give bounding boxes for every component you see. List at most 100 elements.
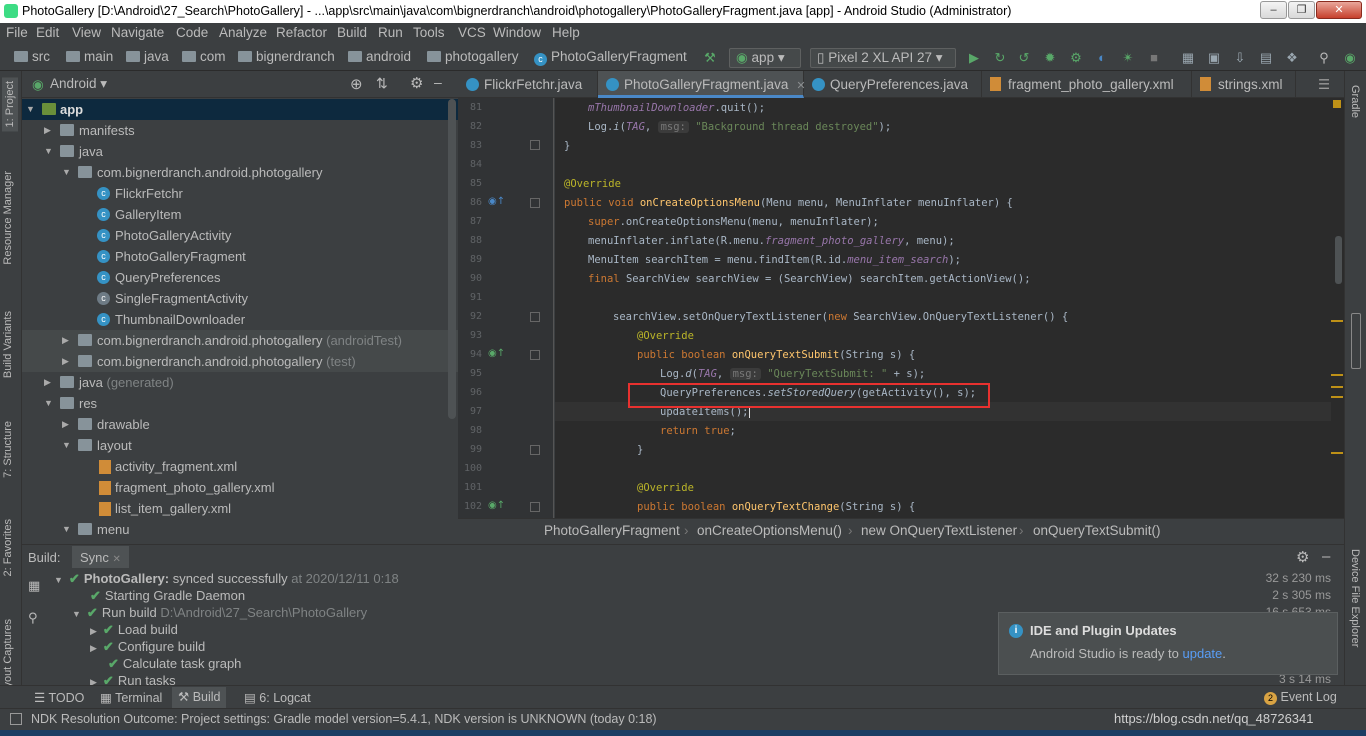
plugin-icon[interactable]: ❖ [1284,50,1300,66]
build-row-synced[interactable]: ▼ ✔ PhotoGallery: synced successfully at 2… [54,570,399,587]
favorites-tab[interactable]: 2: Favorites [2,519,14,576]
debug-icon[interactable]: ✹ [1042,50,1058,66]
code-editor[interactable]: mThumbnailDownloader.quit(); Log.i(TAG, … [555,98,1331,518]
tab-event-log[interactable]: 2 Event Log [1264,690,1337,705]
menu-run[interactable]: Run [378,25,403,40]
project-scrollbar[interactable] [448,99,456,419]
menu-refactor[interactable]: Refactor [276,25,327,40]
gear-icon[interactable]: ⚙ [410,74,423,92]
tree-item-fragment-photo-gallery-xml[interactable]: fragment_photo_gallery.xml [22,477,458,498]
minimize-button[interactable]: – [1260,1,1287,19]
fold-marker-icon[interactable] [530,312,540,322]
structure-tab[interactable]: 7: Structure [2,421,14,478]
crumb-bignerdranch[interactable]: bignerdranch [238,49,335,64]
menu-navigate[interactable]: Navigate [111,25,164,40]
tree-item-thumbnaildownloader[interactable]: c ThumbnailDownloader [22,309,458,330]
build-row-configure-build[interactable]: ▶ ✔ Configure build [90,638,205,655]
implements-gutter-icon[interactable]: ◉↑ [488,500,505,511]
avd-manager-icon[interactable]: ▣ [1206,50,1222,66]
crumb-android[interactable]: android [348,49,411,64]
tree-item-layout[interactable]: ▼ layout [22,435,458,456]
tab-overflow-icon[interactable]: ☰ [1318,77,1330,93]
menu-vcs[interactable]: VCS [458,25,486,40]
device-frame-icon[interactable] [1351,313,1361,369]
run-config-select[interactable]: ◉ app ▾ [729,48,801,68]
tree-item-singlefragmentactivity[interactable]: c SingleFragmentActivity [22,288,458,309]
menu-analyze[interactable]: Analyze [219,25,267,40]
locate-icon[interactable]: ⊕ [350,75,363,93]
tab-flickrfetchr[interactable]: FlickrFetchr.java [458,71,598,98]
apply-changes-icon[interactable]: ↻ [992,50,1008,66]
menu-help[interactable]: Help [552,25,580,40]
device-file-explorer-tab[interactable]: Device File Explorer [1349,549,1361,647]
close-window-button[interactable]: ✕ [1316,1,1362,19]
tab-querypreferences[interactable]: QueryPreferences.java [804,71,982,98]
device-select[interactable]: ▯ Pixel 2 XL API 27 ▾ [810,48,956,68]
hide-panel-icon[interactable]: – [434,74,442,90]
gear-icon[interactable]: ⚙ [1296,548,1309,566]
editor-error-stripe[interactable] [1331,98,1344,518]
editor-scrollbar-thumb[interactable] [1335,236,1342,284]
hammer-icon[interactable]: ⚒ [702,50,718,66]
menu-code[interactable]: Code [176,25,208,40]
update-link[interactable]: update [1183,646,1223,661]
menu-build[interactable]: Build [337,25,367,40]
tree-item-photogalleryactivity[interactable]: c PhotoGalleryActivity [22,225,458,246]
sync-gradle-icon[interactable]: ▦ [1180,50,1196,66]
warning-indicator-icon[interactable] [1333,100,1341,108]
tree-item-package[interactable]: ▼ com.bignerdranch.android.photogallery [22,162,458,183]
fold-marker-icon[interactable] [530,140,540,150]
override-gutter-icon[interactable]: ◉↑ [488,196,505,207]
crumb-photogalleryfragment[interactable]: c PhotoGalleryFragment [534,49,687,66]
crumb-java[interactable]: java [126,49,169,64]
tree-item-java[interactable]: ▼ java [22,141,458,162]
tab-build[interactable]: ⚒ Build [172,687,227,708]
build-row-task-graph[interactable]: ✔ Calculate task graph [108,655,241,672]
crumb-src[interactable]: src [14,49,50,64]
crumb-photogallery[interactable]: photogallery [427,49,519,64]
build-row-load-build[interactable]: ▶ ✔ Load build [90,621,178,638]
stop-icon[interactable]: ■ [1146,50,1162,66]
tab-fragment-photo-gallery-xml[interactable]: fragment_photo_gallery.xml [982,71,1192,98]
restore-button[interactable]: ❐ [1288,1,1315,19]
menu-edit[interactable]: Edit [36,25,59,40]
rerun-icon[interactable]: ▦ [28,579,40,594]
menu-window[interactable]: Window [493,25,541,40]
tab-logcat[interactable]: ▤ 6: Logcat [244,690,311,705]
tree-item-list-item-gallery-xml[interactable]: list_item_gallery.xml [22,498,458,519]
tree-item-package-test[interactable]: ▶ com.bignerdranch.android.photogallery (… [22,351,458,372]
menu-view[interactable]: View [72,25,101,40]
fold-marker-icon[interactable] [530,350,540,360]
collapse-all-icon[interactable]: ⇅ [376,75,388,92]
project-tool-tab[interactable]: 1: Project [2,77,18,132]
tree-item-galleryitem[interactable]: c GalleryItem [22,204,458,225]
tree-item-menu[interactable]: ▼ menu [22,519,458,540]
fold-marker-icon[interactable] [530,502,540,512]
project-view-select[interactable]: Android ▾ [50,76,107,92]
apply-code-changes-icon[interactable]: ↺ [1016,50,1032,66]
tree-item-querypreferences[interactable]: c QueryPreferences [22,267,458,288]
attach-process-icon[interactable]: ✴ [1120,50,1136,66]
tree-item-photogalleryfragment[interactable]: c PhotoGalleryFragment [22,246,458,267]
tree-item-app[interactable]: ▼ app [22,99,458,120]
fold-marker-icon[interactable] [530,445,540,455]
run-icon[interactable]: ▶ [966,50,982,66]
tab-terminal[interactable]: ▦ Terminal [100,690,162,705]
crumb-main[interactable]: main [66,49,113,64]
toggle-tool-windows-icon[interactable] [10,713,22,725]
tab-photogalleryfragment[interactable]: PhotoGalleryFragment.java ✕ [598,71,806,98]
tree-item-java-generated[interactable]: ▶ java (generated) [22,372,458,393]
search-icon[interactable]: ⚲ [1316,50,1332,66]
tree-item-package-androidtest[interactable]: ▶ com.bignerdranch.android.photogallery (… [22,330,458,351]
build-variants-tab[interactable]: Build Variants [2,311,14,378]
gradle-tab[interactable]: Gradle [1349,85,1361,118]
pin-icon[interactable]: ⚲ [28,611,38,626]
tab-strings-xml[interactable]: strings.xml [1192,71,1296,98]
attach-debugger-icon[interactable]: ⚙ [1068,50,1084,66]
implements-gutter-icon[interactable]: ◉↑ [488,348,505,359]
tab-sync[interactable]: Sync ✕ [72,546,129,568]
layout-inspector-icon[interactable]: ▤ [1258,50,1274,66]
update-notification[interactable]: i IDE and Plugin Updates Android Studio … [998,612,1338,675]
tree-item-res[interactable]: ▼ res [22,393,458,414]
menu-file[interactable]: File [6,25,28,40]
